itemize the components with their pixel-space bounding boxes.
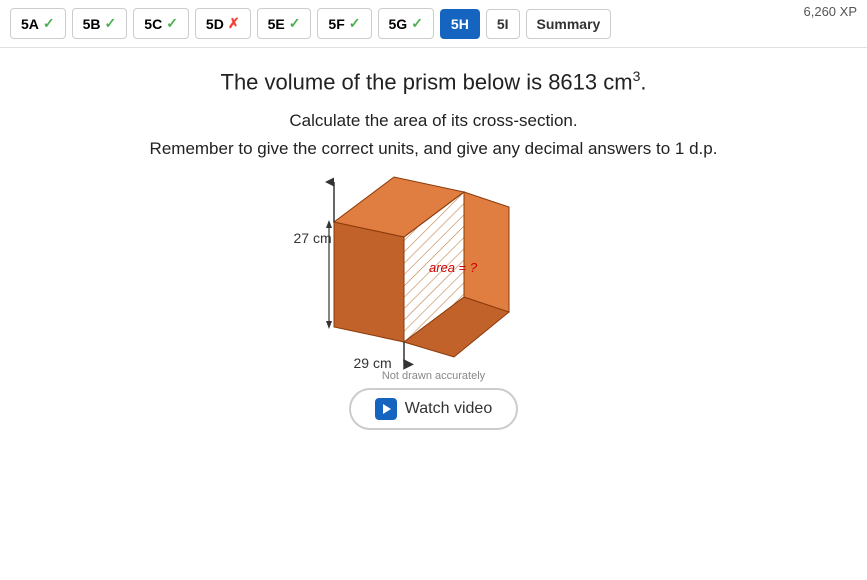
tab-5I-label: 5I	[497, 16, 509, 32]
tab-5C-check: ✓	[166, 15, 178, 32]
watch-video-button[interactable]: Watch video	[349, 388, 518, 430]
xp-display: 6,260 XP	[804, 4, 858, 19]
prism-diagram: area = ?	[314, 172, 534, 362]
diagram-area: 27 cm	[30, 172, 837, 382]
tab-5G[interactable]: 5G ✓	[378, 8, 434, 39]
watch-video-area: Watch video	[30, 388, 837, 430]
tab-5H[interactable]: 5H	[440, 9, 480, 39]
main-content: The volume of the prism below is 8613 cm…	[0, 48, 867, 440]
tab-summary[interactable]: Summary	[526, 9, 612, 39]
tab-5B[interactable]: 5B ✓	[72, 8, 128, 39]
tab-5G-label: 5G	[389, 16, 408, 32]
tab-5F[interactable]: 5F ✓	[317, 8, 371, 39]
prism-container: 27 cm	[294, 172, 574, 382]
tab-5B-check: ✓	[105, 15, 117, 32]
tab-5D-label: 5D	[206, 16, 224, 32]
tab-5E[interactable]: 5E ✓	[257, 8, 312, 39]
not-drawn-label: Not drawn accurately	[382, 370, 485, 382]
tab-5H-label: 5H	[451, 16, 469, 32]
problem-title: The volume of the prism below is 8613 cm…	[30, 68, 837, 95]
tab-5A[interactable]: 5A ✓	[10, 8, 66, 39]
top-navigation-bar: 6,260 XP 5A ✓ 5B ✓ 5C ✓ 5D ✗ 5E ✓ 5F ✓ 5…	[0, 0, 867, 48]
tab-5E-label: 5E	[268, 16, 285, 32]
tab-5E-check: ✓	[289, 15, 301, 32]
tab-5A-check: ✓	[43, 15, 55, 32]
tab-5D-cross: ✗	[228, 15, 240, 32]
tab-summary-label: Summary	[537, 16, 601, 32]
tab-5I[interactable]: 5I	[486, 9, 520, 39]
tab-5B-label: 5B	[83, 16, 101, 32]
tab-5A-label: 5A	[21, 16, 39, 32]
tab-5C[interactable]: 5C ✓	[133, 8, 189, 39]
tab-5C-label: 5C	[144, 16, 162, 32]
problem-instructions: Calculate the area of its cross-section.…	[30, 107, 837, 161]
tab-5F-label: 5F	[328, 16, 344, 32]
tab-5G-check: ✓	[411, 15, 423, 32]
svg-text:area = ?: area = ?	[429, 260, 478, 275]
tab-5D[interactable]: 5D ✗	[195, 8, 251, 39]
watch-video-label: Watch video	[405, 400, 492, 418]
play-icon	[375, 398, 397, 420]
tab-5F-check: ✓	[349, 15, 361, 32]
